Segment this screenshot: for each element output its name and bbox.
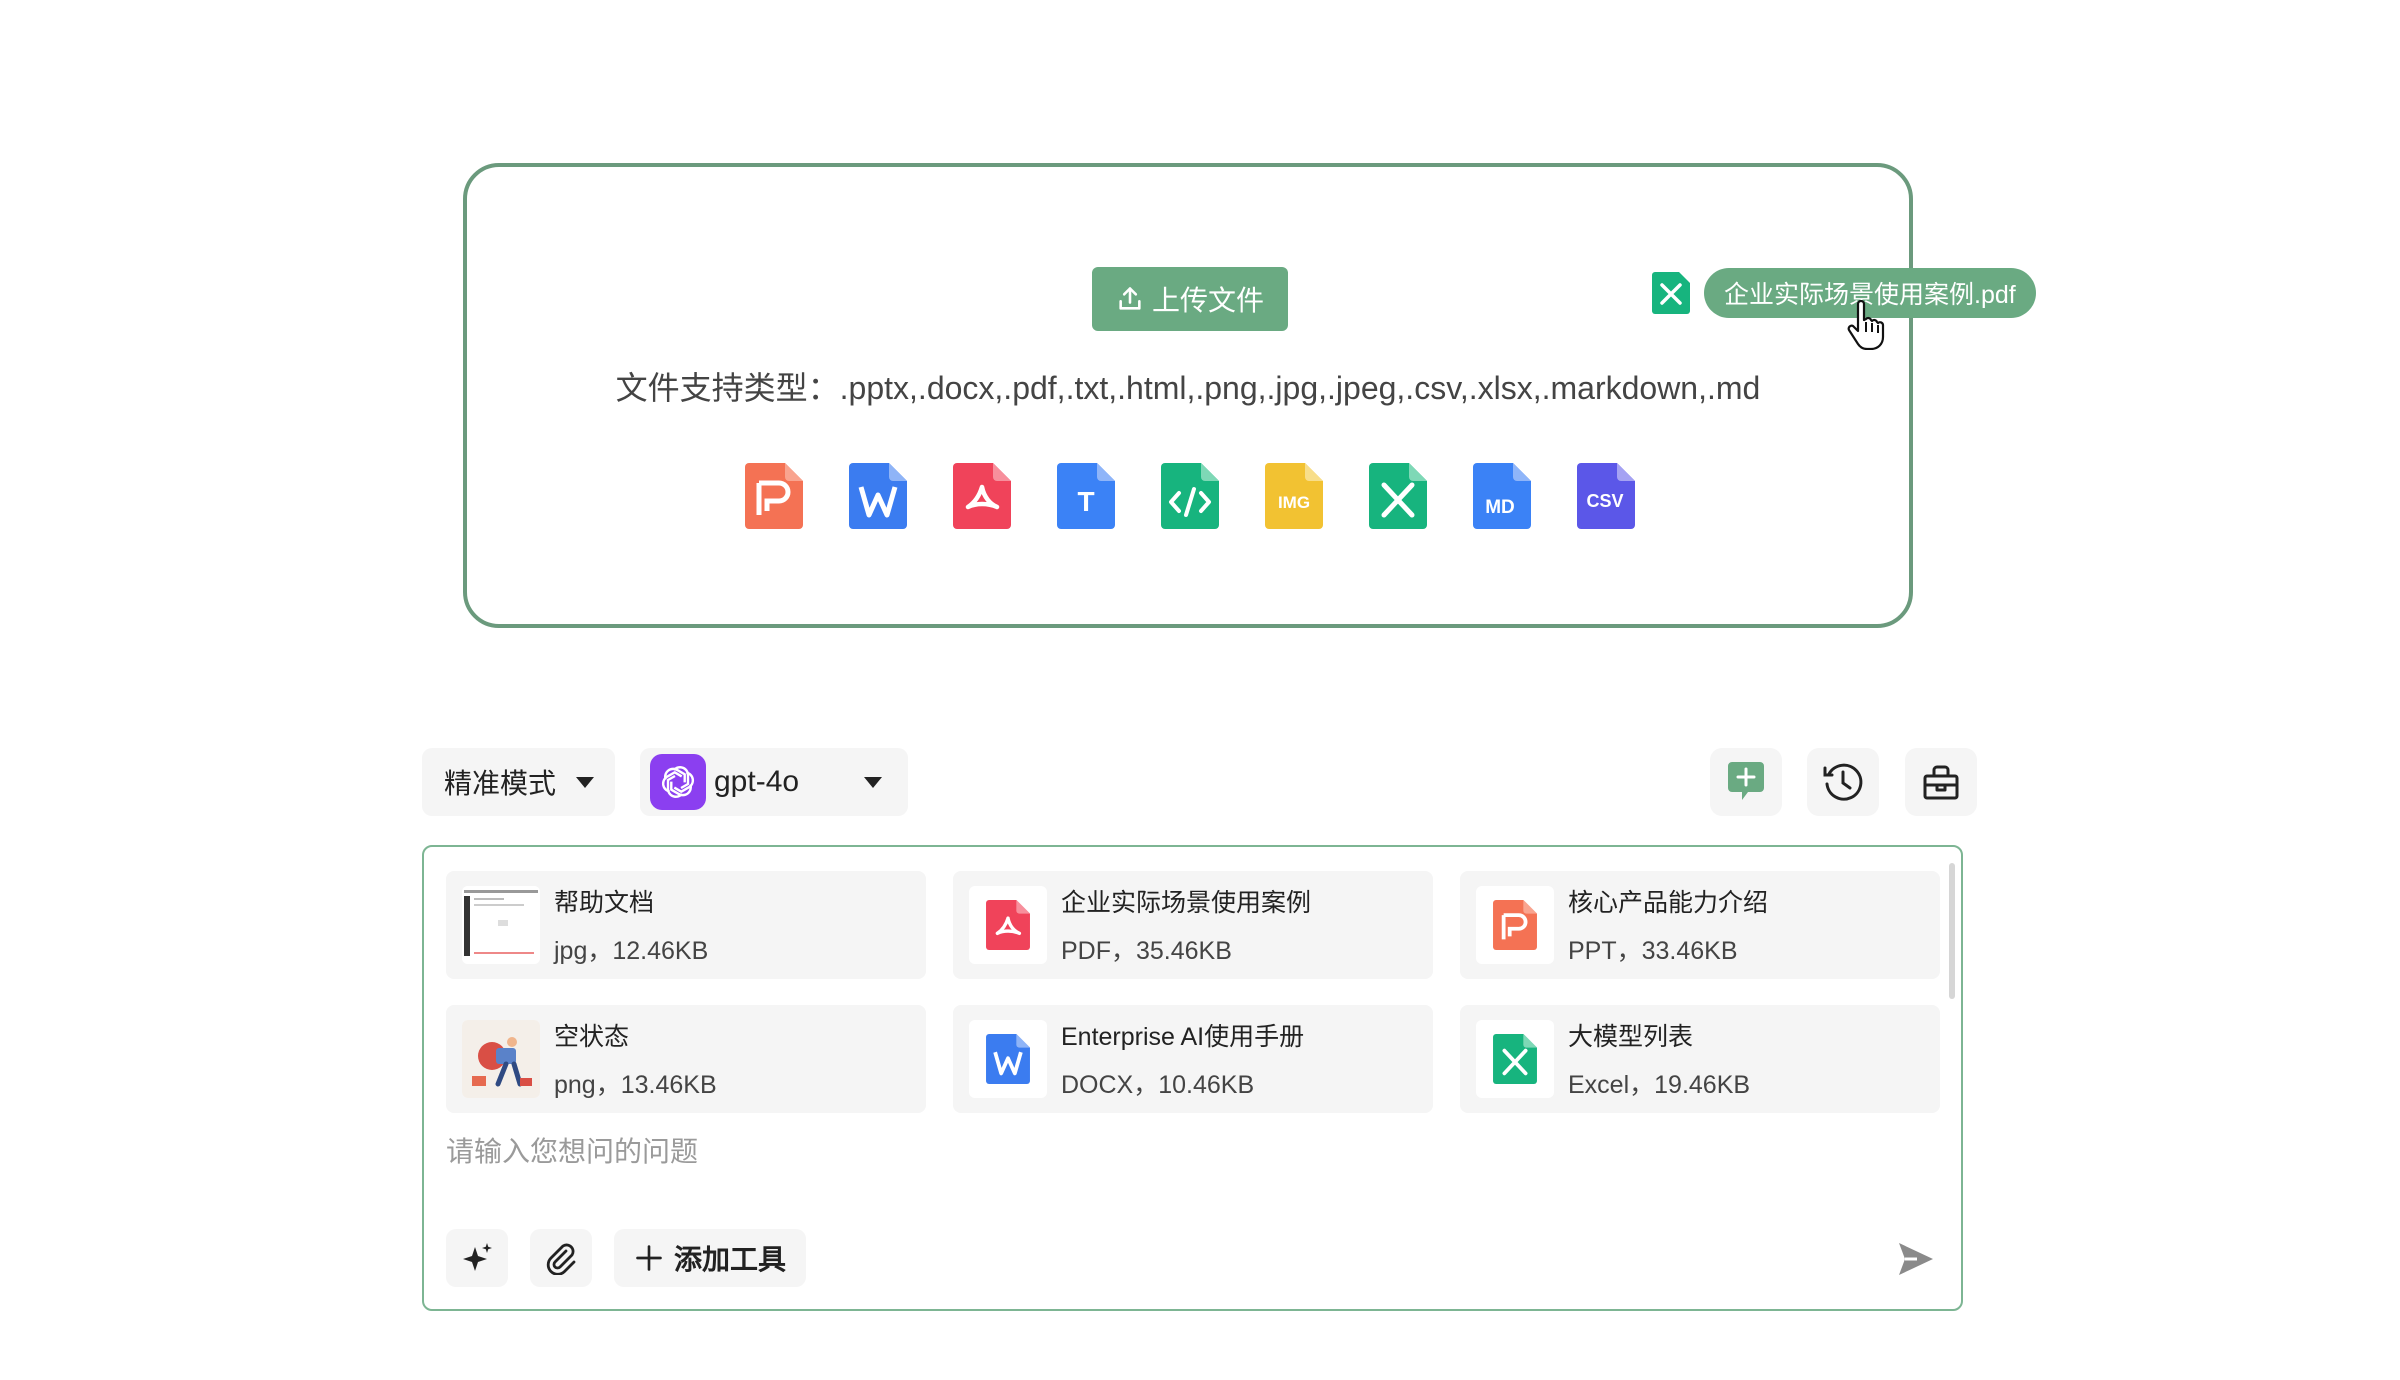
ppt-file-icon	[745, 463, 803, 529]
hand-cursor-icon	[1847, 300, 1885, 350]
svg-text:IMG: IMG	[1278, 493, 1310, 512]
file-meta: Excel，19.46KB	[1568, 1071, 1751, 1099]
history-clock-icon	[1823, 763, 1863, 801]
svg-text:T: T	[1077, 486, 1094, 517]
attached-file-card[interactable]: Enterprise AI使用手册 DOCX，10.46KB	[953, 1005, 1433, 1113]
upload-button-label: 上传文件	[1151, 285, 1264, 316]
openai-logo-icon	[650, 754, 706, 810]
question-input[interactable]	[446, 1127, 1926, 1177]
pdf-file-icon	[953, 463, 1011, 529]
sparkle-icon	[463, 1243, 492, 1271]
txt-file-icon: T	[1057, 463, 1115, 529]
svg-text:CSV: CSV	[1586, 491, 1623, 511]
img-file-icon: IMG	[1265, 463, 1323, 529]
excel-file-icon	[1369, 463, 1427, 529]
file-meta: jpg，12.46KB	[554, 937, 709, 965]
attached-file-card[interactable]: 企业实际场景使用案例 PDF，35.46KB	[953, 871, 1433, 979]
attach-file-button[interactable]	[530, 1229, 592, 1287]
document-screenshot-thumbnail	[462, 886, 540, 964]
excel-file-icon	[1652, 272, 1690, 314]
upload-dropzone[interactable]: 上传文件 文件支持类型：.pptx,.docx,.pdf,.txt,.html,…	[463, 163, 1913, 628]
toolbox-button[interactable]	[1905, 748, 1977, 816]
mode-select[interactable]: 精准模式	[422, 748, 615, 816]
upload-file-button[interactable]: 上传文件	[1092, 267, 1288, 331]
csv-file-icon: CSV	[1577, 463, 1635, 529]
attached-files: 帮助文档 jpg，12.46KB 企业实际场景使用案例 PDF，35.46KB …	[446, 871, 1940, 1113]
file-name: 核心产品能力介绍	[1568, 889, 1769, 917]
file-thumbnail	[969, 1020, 1047, 1098]
svg-text:MD: MD	[1485, 497, 1515, 518]
file-name: 企业实际场景使用案例	[1061, 889, 1312, 917]
toolbox-icon	[1923, 765, 1959, 800]
history-button[interactable]	[1807, 748, 1879, 816]
ppt-file-icon	[1493, 900, 1537, 950]
dragging-file[interactable]: 企业实际场景使用案例.pdf	[1652, 268, 2036, 318]
send-icon	[1899, 1243, 1933, 1275]
upload-icon	[1119, 287, 1141, 310]
plus-icon	[636, 1245, 662, 1271]
file-thumbnail	[462, 1020, 540, 1098]
mode-select-value: 精准模式	[444, 768, 557, 799]
file-thumbnail	[1476, 1020, 1554, 1098]
magic-prompt-button[interactable]	[446, 1229, 508, 1287]
file-thumbnail	[462, 886, 540, 964]
file-thumbnail	[969, 886, 1047, 964]
new-chat-button[interactable]	[1710, 748, 1782, 816]
html-file-icon	[1161, 463, 1219, 529]
file-meta: PPT，33.46KB	[1568, 937, 1738, 965]
file-name: 空状态	[554, 1023, 630, 1051]
model-select[interactable]: gpt-4o	[640, 748, 908, 816]
caret-down-icon	[576, 776, 595, 788]
file-meta: PDF，35.46KB	[1061, 937, 1232, 965]
attached-file-card[interactable]: 帮助文档 jpg，12.46KB	[446, 871, 926, 979]
paperclip-icon	[546, 1243, 576, 1275]
file-name: 大模型列表	[1568, 1023, 1694, 1051]
model-select-value: gpt-4o	[714, 765, 800, 798]
add-tool-label: 添加工具	[674, 1244, 787, 1275]
attached-file-card[interactable]: 核心产品能力介绍 PPT，33.46KB	[1460, 871, 1940, 979]
excel-file-icon	[1493, 1034, 1537, 1084]
add-tool-button[interactable]: 添加工具	[614, 1229, 807, 1287]
file-type-icons: T IMG MD CSV	[745, 463, 1635, 529]
word-file-icon	[849, 463, 907, 529]
attached-file-card[interactable]: 大模型列表 Excel，19.46KB	[1460, 1005, 1940, 1113]
caret-down-icon	[864, 776, 882, 788]
pdf-file-icon	[986, 900, 1030, 950]
new-chat-icon	[1728, 762, 1764, 800]
supported-types-text: 文件支持类型：.pptx,.docx,.pdf,.txt,.html,.png,…	[615, 370, 1761, 406]
file-list-scrollbar[interactable]	[1949, 863, 1955, 999]
file-thumbnail	[1476, 886, 1554, 964]
file-meta: png，13.46KB	[554, 1071, 717, 1099]
attached-file-card[interactable]: 空状态 png，13.46KB	[446, 1005, 926, 1113]
file-name: Enterprise AI使用手册	[1061, 1023, 1305, 1051]
md-file-icon: MD	[1473, 463, 1531, 529]
file-meta: DOCX，10.46KB	[1061, 1071, 1255, 1099]
chat-composer: 帮助文档 jpg，12.46KB 企业实际场景使用案例 PDF，35.46KB …	[422, 845, 1963, 1311]
send-button[interactable]	[1893, 1237, 1937, 1281]
illustration-thumbnail	[462, 1020, 540, 1098]
file-name: 帮助文档	[554, 889, 655, 917]
word-file-icon	[986, 1034, 1030, 1084]
